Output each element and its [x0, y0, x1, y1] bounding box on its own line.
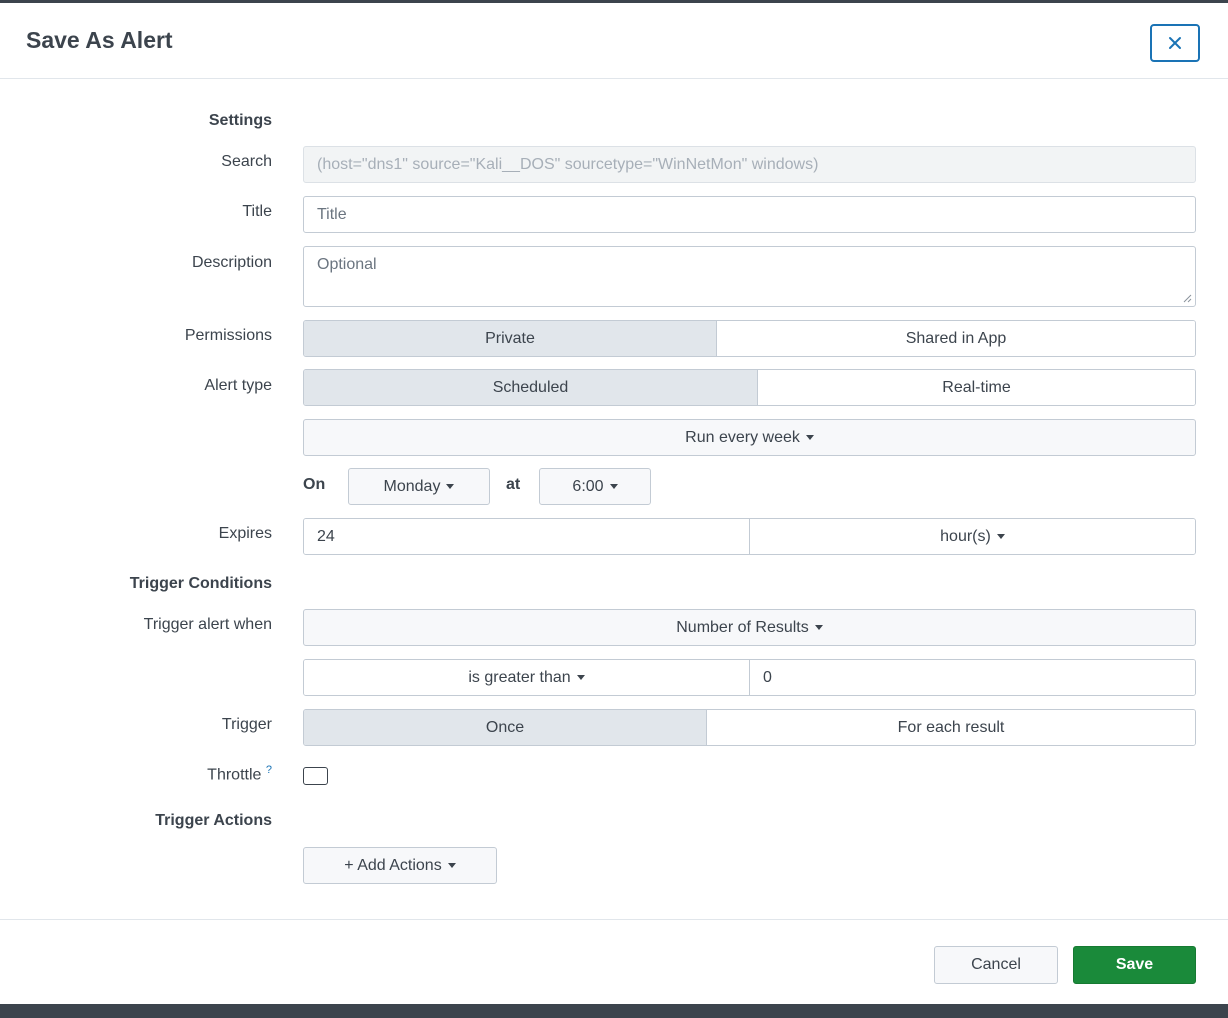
permissions-private-option[interactable]: Private — [304, 321, 716, 356]
dialog-header: Save As Alert — [0, 3, 1228, 79]
title-label: Title — [242, 203, 272, 220]
search-field: (host="dns1" source="Kali__DOS" sourcety… — [303, 146, 1196, 183]
comparison-group: is greater than 0 — [303, 659, 1196, 696]
chevron-down-icon — [609, 484, 618, 489]
expires-label: Expires — [218, 525, 272, 542]
cancel-button[interactable]: Cancel — [934, 946, 1058, 984]
comparison-operator-dropdown[interactable]: is greater than — [304, 660, 749, 695]
throttle-label-text: Throttle — [207, 766, 262, 784]
alert-type-scheduled-option[interactable]: Scheduled — [304, 370, 757, 405]
time-value: 6:00 — [572, 477, 604, 495]
trigger-toggle: Once For each result — [303, 709, 1196, 746]
close-button[interactable] — [1150, 24, 1200, 62]
day-value: Monday — [383, 477, 441, 495]
trigger-conditions-heading: Trigger Conditions — [129, 575, 272, 592]
add-actions-label: + Add Actions — [344, 856, 442, 874]
permissions-shared-option[interactable]: Shared in App — [716, 321, 1195, 356]
chevron-down-icon — [576, 675, 585, 680]
permissions-label: Permissions — [184, 327, 272, 344]
trigger-each-result-option[interactable]: For each result — [706, 710, 1195, 745]
chevron-down-icon — [814, 625, 823, 630]
help-icon[interactable]: ? — [266, 764, 272, 776]
trigger-when-value: Number of Results — [676, 618, 809, 636]
on-label: On — [303, 476, 326, 493]
description-placeholder: Optional — [317, 256, 377, 273]
save-as-alert-dialog: Save As Alert Settings Search (host="dns… — [0, 0, 1228, 1004]
description-textarea[interactable]: Optional — [303, 246, 1196, 307]
chevron-down-icon — [447, 863, 456, 868]
expires-unit-value: hour(s) — [940, 527, 991, 545]
expires-group: 24 hour(s) — [303, 518, 1196, 555]
expires-unit-dropdown[interactable]: hour(s) — [749, 519, 1195, 554]
save-button[interactable]: Save — [1073, 946, 1196, 984]
comparison-value-input[interactable]: 0 — [749, 660, 1195, 695]
close-icon — [1169, 37, 1181, 49]
search-label: Search — [221, 153, 272, 170]
trigger-label: Trigger — [221, 716, 272, 733]
expires-input[interactable]: 24 — [304, 519, 749, 554]
schedule-dropdown[interactable]: Run every week — [303, 419, 1196, 456]
schedule-value: Run every week — [685, 428, 800, 446]
time-dropdown[interactable]: 6:00 — [539, 468, 651, 505]
dialog-title: Save As Alert — [26, 27, 173, 53]
permissions-toggle: Private Shared in App — [303, 320, 1196, 357]
resize-grip-icon[interactable] — [1182, 293, 1192, 303]
trigger-when-dropdown[interactable]: Number of Results — [303, 609, 1196, 646]
throttle-checkbox[interactable] — [303, 767, 328, 785]
settings-heading: Settings — [208, 112, 272, 129]
alert-type-realtime-option[interactable]: Real-time — [757, 370, 1195, 405]
alert-type-toggle: Scheduled Real-time — [303, 369, 1196, 406]
day-dropdown[interactable]: Monday — [348, 468, 490, 505]
at-label: at — [506, 476, 521, 493]
title-input[interactable]: Title — [303, 196, 1196, 233]
throttle-label: Throttle ? — [207, 764, 272, 784]
description-label: Description — [191, 254, 272, 271]
add-actions-button[interactable]: + Add Actions — [303, 847, 497, 884]
chevron-down-icon — [996, 534, 1005, 539]
comparison-operator-value: is greater than — [468, 668, 571, 686]
chevron-down-icon — [446, 484, 455, 489]
alert-type-label: Alert type — [204, 377, 272, 394]
chevron-down-icon — [805, 435, 814, 440]
trigger-actions-heading: Trigger Actions — [155, 812, 272, 829]
trigger-when-label: Trigger alert when — [143, 616, 272, 633]
dialog-footer: Cancel Save — [0, 919, 1228, 1007]
trigger-once-option[interactable]: Once — [304, 710, 706, 745]
